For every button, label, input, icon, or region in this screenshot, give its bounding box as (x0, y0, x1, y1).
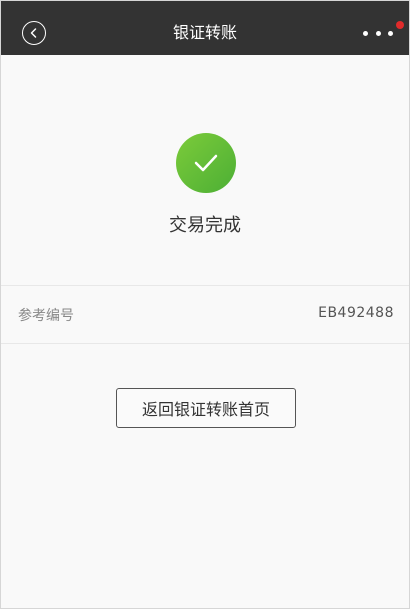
reference-value: EB492488 (318, 305, 394, 321)
more-options-button[interactable] (363, 25, 393, 41)
result-status-text: 交易完成 (169, 215, 241, 236)
app-screen: 银证转账 交易完成 参考编号 EB492488 返回银证转账首页 (0, 0, 410, 609)
notification-badge (396, 21, 404, 29)
checkmark-icon (194, 154, 218, 172)
return-home-button[interactable]: 返回银证转账首页 (116, 388, 296, 428)
success-check-icon (176, 133, 236, 193)
reference-row: 参考编号 EB492488 (1, 286, 409, 343)
reference-label: 参考编号 (18, 308, 74, 324)
more-dot-icon (375, 30, 381, 36)
header-bar: 银证转账 (1, 1, 409, 55)
back-button[interactable] (22, 21, 46, 45)
divider-bottom (1, 343, 409, 344)
page-title: 银证转账 (172, 23, 237, 42)
chevron-left-icon (30, 28, 37, 38)
more-dot-icon (363, 30, 368, 36)
more-dot-icon (388, 30, 393, 36)
